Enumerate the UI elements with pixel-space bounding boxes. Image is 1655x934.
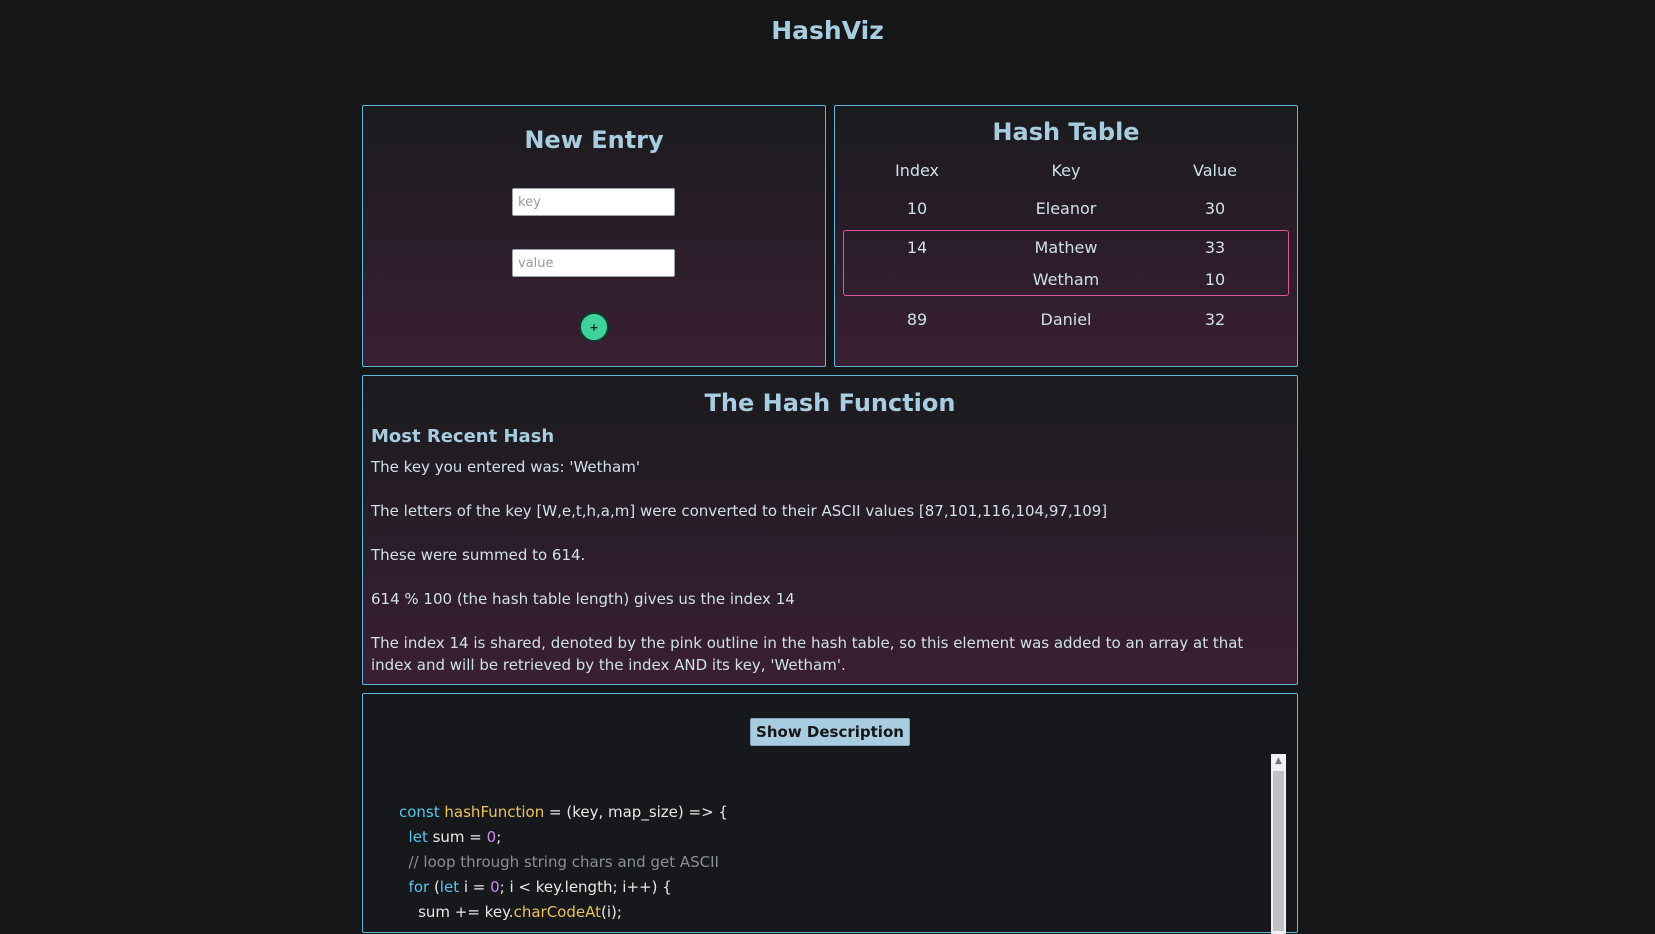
header-value: Value bbox=[1193, 161, 1237, 180]
hash-table-panel: Hash Table Index Key Value 10 Eleanor 30… bbox=[834, 105, 1298, 367]
hash-explanation-collision: The index 14 is shared, denoted by the p… bbox=[371, 634, 1244, 674]
code-text: sum += key. bbox=[418, 903, 514, 921]
code-number: 0 bbox=[490, 878, 500, 896]
code-function-name: hashFunction bbox=[444, 803, 545, 821]
code-panel: Show Description const hashFunction = (k… bbox=[362, 693, 1298, 934]
table-header: Index Key Value bbox=[835, 161, 1297, 180]
value-input[interactable] bbox=[512, 249, 675, 277]
most-recent-hash-heading: Most Recent Hash bbox=[371, 426, 555, 447]
scrollbar-thumb[interactable] bbox=[1273, 771, 1284, 931]
hash-explanation-key: The key you entered was: 'Wetham' bbox=[371, 458, 640, 476]
code-scroll-area[interactable]: const hashFunction = (key, map_size) => … bbox=[371, 754, 1291, 934]
row-key: Wetham bbox=[1032, 270, 1100, 289]
hash-function-title: The Hash Function bbox=[704, 389, 956, 417]
code-keyword: let bbox=[408, 828, 428, 846]
code-function-name: charCodeAt bbox=[513, 903, 601, 921]
row-index: 10 bbox=[906, 199, 928, 218]
code-text: i = bbox=[459, 878, 491, 896]
code-text: ( bbox=[429, 878, 440, 896]
code-text: (i); bbox=[600, 903, 622, 921]
app-title: HashViz bbox=[771, 16, 884, 45]
row-index: 89 bbox=[906, 310, 928, 329]
row-key: Mathew bbox=[1034, 238, 1098, 257]
table-row: 10 Eleanor 30 bbox=[835, 199, 1297, 221]
scroll-up-arrow-icon[interactable]: ▲ bbox=[1271, 754, 1286, 769]
hash-explanation-sum: These were summed to 614. bbox=[371, 546, 586, 564]
code-keyword: const bbox=[399, 803, 440, 821]
row-index: 14 bbox=[906, 238, 928, 257]
row-value: 33 bbox=[1204, 238, 1226, 257]
key-input[interactable] bbox=[512, 188, 675, 216]
code-text: = (key, map_size) => { bbox=[544, 803, 728, 821]
add-entry-button[interactable]: + bbox=[579, 312, 609, 342]
header-key: Key bbox=[1051, 161, 1081, 180]
new-entry-title: New Entry bbox=[524, 126, 664, 154]
row-value: 30 bbox=[1204, 199, 1226, 218]
code-number: 0 bbox=[486, 828, 497, 846]
code-block: const hashFunction = (key, map_size) => … bbox=[399, 800, 728, 925]
table-row: 89 Daniel 32 bbox=[835, 310, 1297, 332]
table-row: Wetham 10 bbox=[835, 270, 1297, 292]
code-comment: // loop through string chars and get ASC… bbox=[408, 853, 719, 871]
code-scrollbar[interactable]: ▲ bbox=[1271, 754, 1286, 934]
table-row: 14 Mathew 33 bbox=[835, 238, 1297, 260]
code-text: ; i < key.length; i++) { bbox=[499, 878, 672, 896]
row-value: 32 bbox=[1204, 310, 1226, 329]
new-entry-panel: New Entry + bbox=[362, 105, 826, 367]
row-key: Eleanor bbox=[1035, 199, 1097, 218]
row-value: 10 bbox=[1204, 270, 1226, 289]
hash-explanation-modulo: 614 % 100 (the hash table length) gives … bbox=[371, 590, 795, 608]
code-text: sum = bbox=[427, 828, 487, 846]
hash-explanation-ascii: The letters of the key [W,e,t,h,a,m] wer… bbox=[371, 502, 1108, 520]
hash-table-title: Hash Table bbox=[992, 118, 1140, 146]
code-text: ; bbox=[496, 828, 502, 846]
row-key: Daniel bbox=[1040, 310, 1092, 329]
show-description-button[interactable]: Show Description bbox=[750, 718, 910, 746]
hash-function-panel: The Hash Function Most Recent Hash The k… bbox=[362, 375, 1298, 685]
code-keyword: let bbox=[439, 878, 460, 896]
plus-icon: + bbox=[589, 320, 599, 334]
header-index: Index bbox=[894, 161, 940, 180]
row-index bbox=[835, 270, 999, 292]
code-keyword: for bbox=[408, 878, 430, 896]
